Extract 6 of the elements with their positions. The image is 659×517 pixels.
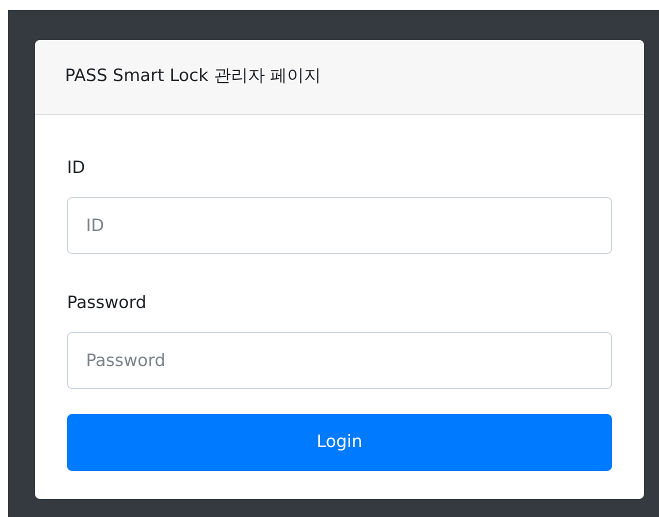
card-title: PASS Smart Lock 관리자 페이지: [65, 65, 322, 88]
field-label: ID: [67, 157, 86, 180]
input-field[interactable]: Password: [67, 332, 612, 389]
field-label: Password: [67, 292, 146, 315]
login-button[interactable]: Login: [67, 414, 612, 471]
input-field[interactable]: ID: [67, 197, 612, 254]
